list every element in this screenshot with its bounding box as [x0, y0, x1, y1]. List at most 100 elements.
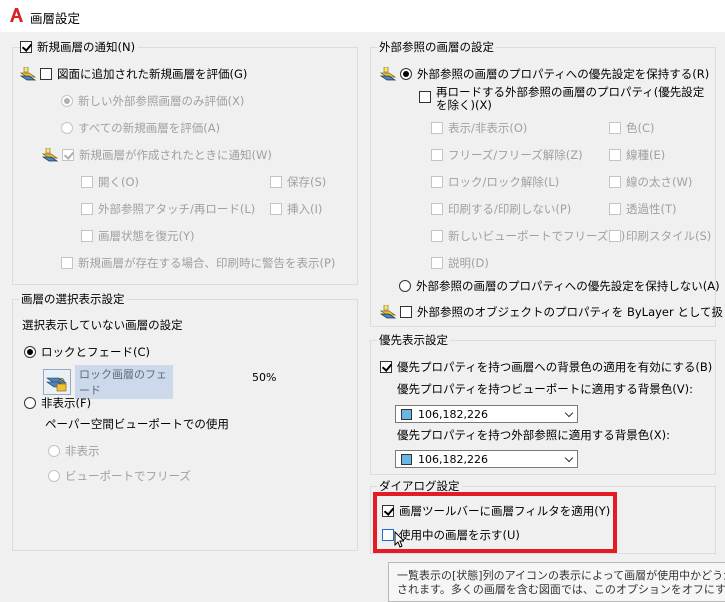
description-option[interactable]: 説明(D) [431, 254, 489, 272]
new-vp-freeze-checkbox[interactable] [431, 230, 443, 242]
xref-settings-title: 外部参照の画層の設定 [377, 39, 496, 55]
lock-fade-option[interactable]: ロックとフェード(C) [24, 343, 150, 361]
freeze-option[interactable]: フリーズ/フリーズ解除(Z) [431, 146, 583, 164]
restore-label: 画層状態を復元(Y) [98, 229, 195, 243]
save-checkbox[interactable] [270, 176, 282, 188]
plot-warn-option[interactable]: 新規画層が存在する場合、印刷時に警告を表示(P) [61, 254, 335, 272]
hide-label: 非表示 [65, 444, 100, 458]
mouse-cursor-icon [394, 531, 404, 548]
chevron-down-icon [564, 453, 574, 463]
off-label: 非表示(F) [41, 396, 92, 410]
tooltip: 一覧表示の[状態]列のアイコンの表示によって画層が使用中かどうか されます。多く… [388, 562, 725, 602]
vp-freeze-label: ビューポートでフリーズ [65, 469, 191, 483]
linetype-checkbox[interactable] [609, 149, 621, 161]
layer-stack-icon [380, 305, 396, 319]
bylayer-option[interactable]: 外部参照のオブジェクトのプロパティを ByLayer として扱う(T) [380, 303, 725, 321]
highlight-box [373, 492, 617, 553]
insert-checkbox[interactable] [270, 203, 282, 215]
description-checkbox[interactable] [431, 257, 443, 269]
xref-attach-label: 外部参照アタッチ/再ロード(L) [98, 202, 256, 216]
open-option[interactable]: 開く(O) [81, 173, 139, 191]
autocad-logo-icon [10, 8, 23, 22]
enable-bg-checkbox[interactable] [380, 361, 392, 373]
open-label: 開く(O) [98, 175, 140, 189]
plot-style-checkbox[interactable] [609, 230, 621, 242]
insert-label: 挿入(I) [287, 202, 323, 216]
notify-label: 新規画層が作成されたときに通知(W) [79, 148, 272, 162]
off-radio[interactable] [24, 397, 36, 409]
hide-option[interactable]: 非表示 [48, 442, 100, 460]
vp-freeze-option[interactable]: ビューポートでフリーズ [48, 467, 191, 485]
restore-option[interactable]: 画層状態を復元(Y) [81, 227, 195, 245]
plot-warn-label: 新規画層が存在する場合、印刷時に警告を表示(P) [78, 256, 336, 270]
insert-option[interactable]: 挿入(I) [270, 200, 322, 218]
color-checkbox[interactable] [609, 122, 621, 134]
freeze-checkbox[interactable] [431, 149, 443, 161]
evaluate-option[interactable]: 図面に追加された新規画層を評価(G) [20, 65, 247, 83]
reload-remove-label-2: を除く)(X) [436, 98, 492, 112]
lock-fade-radio[interactable] [24, 346, 36, 358]
new-layer-notify-checkbox[interactable] [20, 41, 32, 53]
notify-option[interactable]: 新規画層が作成されたときに通知(W) [42, 146, 272, 164]
all-new-radio[interactable] [61, 122, 73, 134]
all-new-option[interactable]: すべての新規画層を評価(A) [61, 119, 220, 137]
lock-fade-label: ロックとフェード(C) [41, 345, 151, 359]
bylayer-checkbox[interactable] [400, 306, 412, 318]
transparency-checkbox[interactable] [609, 203, 621, 215]
layer-stack-icon [42, 148, 58, 162]
restore-checkbox[interactable] [81, 230, 93, 242]
xref-attach-option[interactable]: 外部参照アタッチ/再ロード(L) [81, 200, 255, 218]
retain-option[interactable]: 外部参照の画層のプロパティへの優先設定を保持する(R) [380, 65, 709, 83]
lock-checkbox[interactable] [431, 176, 443, 188]
window-title: 画層設定 [30, 11, 81, 26]
lineweight-checkbox[interactable] [609, 176, 621, 188]
layer-isolation-title: 画層の選択表示設定 [19, 291, 127, 307]
all-new-label: すべての新規画層を評価(A) [78, 121, 221, 135]
override-display-title: 優先表示設定 [377, 332, 450, 348]
vp-color-label: 優先プロパティを持つビューポートに適用する背景色(V): [397, 382, 694, 396]
new-layer-notify-toggle[interactable]: 新規画層の通知(N) [20, 38, 139, 56]
tooltip-line-2: されます。多くの画層を含む図面では、このオプションをオフにすると パフ [397, 583, 725, 596]
isolation-subtitle: 選択表示していない画層の設定 [22, 318, 183, 332]
linetype-option[interactable]: 線種(E) [609, 146, 665, 164]
evaluate-checkbox[interactable] [40, 68, 52, 80]
open-checkbox[interactable] [81, 176, 93, 188]
lineweight-option[interactable]: 線の太さ(W) [609, 173, 692, 191]
reload-remove-option[interactable]: 再ロードする外部参照の画層のプロパティ(優先設定 を除く)(X) [419, 86, 704, 116]
no-retain-label: 外部参照の画層のプロパティへの優先設定を保持しない(A) [416, 279, 720, 293]
xref-only-option[interactable]: 新しい外部参照画層のみ評価(X) [61, 92, 244, 110]
new-layer-notify-label: 新規画層の通知(N) [37, 40, 136, 54]
xref-color-dropdown[interactable]: 106,182,226 [395, 450, 578, 468]
reload-remove-checkbox[interactable] [419, 91, 431, 103]
enable-bg-label: 優先プロパティを持つ画層への背景色の適用を有効にする(B) [397, 360, 713, 374]
off-option[interactable]: 非表示(F) [24, 394, 91, 412]
plot-style-option[interactable]: 印刷スタイル(S) [609, 227, 711, 245]
enable-bg-option[interactable]: 優先プロパティを持つ画層への背景色の適用を有効にする(B) [380, 358, 712, 376]
title-bar: 画層設定 [0, 0, 725, 32]
bylayer-label: 外部参照のオブジェクトのプロパティを ByLayer として扱う(T) [417, 305, 725, 319]
no-retain-option[interactable]: 外部参照の画層のプロパティへの優先設定を保持しない(A) [399, 277, 720, 295]
vp-color-dropdown[interactable]: 106,182,226 [395, 405, 578, 423]
on-off-checkbox[interactable] [431, 122, 443, 134]
paper-space-label: ペーパー空間ビューポートでの使用 [45, 417, 229, 431]
lock-option[interactable]: ロック/ロック解除(L) [431, 173, 559, 191]
xref-only-label: 新しい外部参照画層のみ評価(X) [78, 94, 245, 108]
vp-freeze-radio[interactable] [48, 470, 60, 482]
evaluate-label: 図面に追加された新規画層を評価(G) [57, 67, 248, 81]
plot-checkbox[interactable] [431, 203, 443, 215]
plot-warn-checkbox[interactable] [61, 257, 73, 269]
no-retain-radio[interactable] [399, 280, 411, 292]
xref-only-radio[interactable] [61, 95, 73, 107]
color-option[interactable]: 色(C) [609, 119, 655, 137]
vp-color-value: 106,182,226 [418, 407, 488, 421]
on-off-option[interactable]: 表示/非表示(O) [431, 119, 527, 137]
hide-radio[interactable] [48, 445, 60, 457]
xref-attach-checkbox[interactable] [81, 203, 93, 215]
retain-radio[interactable] [400, 68, 412, 80]
new-vp-freeze-option[interactable]: 新しいビューポートでフリーズ(V) [431, 227, 625, 245]
transparency-option[interactable]: 透過性(T) [609, 200, 677, 218]
xref-color-swatch [401, 453, 412, 465]
save-option[interactable]: 保存(S) [270, 173, 326, 191]
notify-checkbox[interactable] [62, 149, 74, 161]
plot-option[interactable]: 印刷する/印刷しない(P) [431, 200, 571, 218]
